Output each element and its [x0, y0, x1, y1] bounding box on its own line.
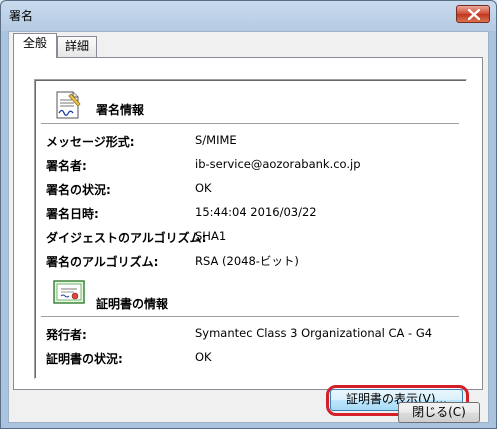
- document-signature-icon: [56, 91, 81, 119]
- signature-algorithm-value: RSA (2048-ビット): [195, 254, 299, 268]
- digest-algorithm-value: SHA1: [195, 229, 227, 243]
- signer-label: 署名者:: [46, 159, 87, 173]
- certificate-status-value: OK: [195, 350, 212, 364]
- signature-status-value: OK: [195, 181, 212, 195]
- certificate-icon: [53, 280, 85, 304]
- certificate-section-title: 証明書の情報: [96, 297, 169, 311]
- signature-section-title: 署名情報: [96, 103, 145, 117]
- issuer-value: Symantec Class 3 Organizational CA - G4: [195, 326, 433, 340]
- certificate-status-label: 証明書の状況:: [46, 352, 123, 366]
- signing-time-value: 15:44:04 2016/03/22: [195, 205, 317, 219]
- divider: [41, 123, 459, 124]
- issuer-label: 発行者:: [46, 328, 87, 342]
- signature-dialog: 署名 全般 詳細 署名情報 メッセージ形式: S/MIME 署名者: ib-se…: [0, 0, 497, 429]
- tab-details[interactable]: 詳細: [57, 36, 97, 57]
- digest-algorithm-label: ダイジェストのアルゴリズム:: [46, 231, 207, 245]
- signer-value: ib-service@aozorabank.co.jp: [195, 157, 361, 171]
- signature-algorithm-label: 署名のアルゴリズム:: [46, 255, 159, 269]
- signing-time-label: 署名日時:: [46, 207, 99, 221]
- tab-general[interactable]: 全般: [13, 33, 57, 58]
- close-icon: [468, 9, 480, 20]
- title-bar[interactable]: 署名: [1, 1, 496, 29]
- dialog-client-area: 全般 詳細 署名情報 メッセージ形式: S/MIME 署名者: ib-servi…: [8, 31, 489, 423]
- signature-status-label: 署名の状況:: [46, 183, 111, 197]
- close-button[interactable]: 閉じる(C): [398, 402, 480, 423]
- window-close-button[interactable]: [456, 5, 490, 23]
- divider: [41, 316, 459, 317]
- tab-panel-general: 署名情報 メッセージ形式: S/MIME 署名者: ib-service@aoz…: [13, 57, 483, 416]
- info-box: 署名情報 メッセージ形式: S/MIME 署名者: ib-service@aoz…: [34, 79, 467, 379]
- message-format-label: メッセージ形式:: [46, 135, 135, 149]
- message-format-value: S/MIME: [195, 133, 237, 147]
- window-title: 署名: [9, 9, 34, 23]
